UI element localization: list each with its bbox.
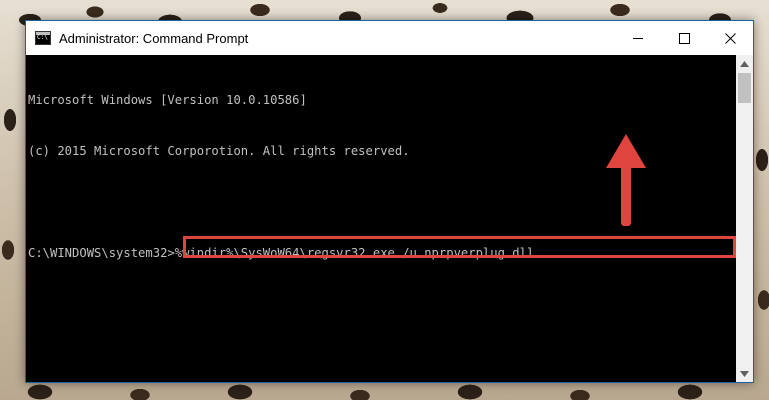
- scroll-thumb[interactable]: [738, 73, 751, 103]
- command-text[interactable]: %windir%\SysWoW64\regsvr32.exe /u nprpve…: [175, 246, 535, 260]
- close-button[interactable]: [707, 21, 753, 55]
- scroll-down-arrow-icon: [740, 370, 749, 377]
- close-icon: [724, 32, 736, 44]
- maximize-button[interactable]: [661, 21, 707, 55]
- scroll-down-button[interactable]: [736, 365, 753, 382]
- scroll-up-arrow-icon: [740, 60, 749, 67]
- command-line[interactable]: C:\WINDOWS\system32>%windir%\SysWoW64\re…: [28, 236, 736, 262]
- minimize-button[interactable]: [615, 21, 661, 55]
- prompt-text: C:\WINDOWS\system32>: [28, 246, 175, 260]
- title-bar[interactable]: Administrator: Command Prompt: [26, 21, 753, 55]
- scroll-up-button[interactable]: [736, 55, 753, 72]
- vertical-scrollbar[interactable]: [736, 55, 753, 382]
- window-title: Administrator: Command Prompt: [59, 30, 249, 46]
- cmd-app-icon[interactable]: [35, 31, 51, 45]
- red-arrow-icon: [606, 134, 646, 226]
- minimize-icon: [632, 37, 643, 39]
- console-line-version: Microsoft Windows [Version 10.0.10586]: [28, 93, 307, 107]
- maximize-icon: [678, 32, 690, 44]
